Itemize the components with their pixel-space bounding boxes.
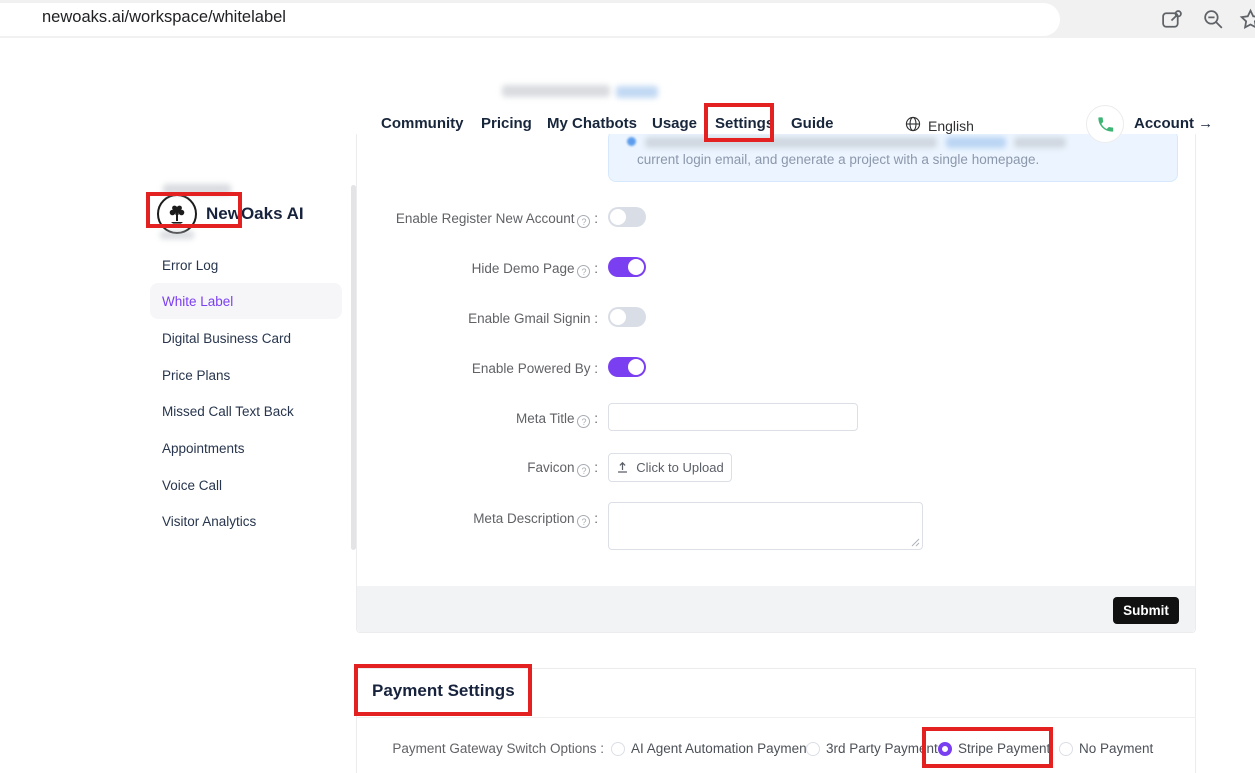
nav-pricing[interactable]: Pricing <box>481 115 532 132</box>
zoom-out-icon[interactable] <box>1201 7 1226 32</box>
toggle-enable-powered-by[interactable] <box>608 357 646 377</box>
globe-icon <box>905 116 921 135</box>
redacted-text <box>160 231 194 239</box>
radio-3rd-party-payment[interactable]: 3rd Party Payment <box>806 741 938 756</box>
newoaks-logo-icon <box>157 194 197 234</box>
nav-guide[interactable]: Guide <box>791 115 834 132</box>
banner-text: current login email, and generate a proj… <box>637 152 1039 167</box>
redacted-text <box>502 85 610 97</box>
radio-icon[interactable] <box>806 742 820 756</box>
upload-icon <box>616 461 629 474</box>
meta-title-input[interactable] <box>608 403 858 431</box>
account-avatar[interactable] <box>1086 105 1124 143</box>
redacted-toggle <box>616 86 658 98</box>
favicon-upload-button[interactable]: Click to Upload <box>608 453 732 482</box>
label-enable-gmail-signin: Enable Gmail Signin <box>468 311 598 326</box>
toggle-enable-gmail-signin[interactable] <box>608 307 646 327</box>
help-icon[interactable] <box>577 415 590 428</box>
toggle-knob <box>628 359 644 375</box>
star-icon[interactable] <box>1238 7 1255 32</box>
submit-button[interactable]: Submit <box>1113 597 1179 624</box>
toggle-hide-demo-page[interactable] <box>608 257 646 277</box>
account-link[interactable]: Account → <box>1134 115 1213 132</box>
sidebar-item-voice-call[interactable]: Voice Call <box>162 478 222 493</box>
upload-button-label: Click to Upload <box>636 460 723 475</box>
nav-my-chatbots[interactable]: My Chatbots <box>547 115 637 132</box>
radio-label: AI Agent Automation Payment <box>631 741 810 756</box>
label-meta-title: Meta Title <box>516 411 598 428</box>
resize-grip-icon[interactable] <box>910 537 920 547</box>
label-meta-description: Meta Description <box>473 511 598 528</box>
sidebar-item-appointments[interactable]: Appointments <box>162 441 245 456</box>
toggle-knob <box>610 309 626 325</box>
sidebar-item-digital-business-card[interactable]: Digital Business Card <box>162 331 291 346</box>
brand-name: NewOaks AI <box>206 204 304 224</box>
radio-icon[interactable] <box>1059 742 1073 756</box>
radio-icon[interactable] <box>938 742 952 756</box>
divider <box>356 717 1196 718</box>
phone-icon <box>1096 115 1115 134</box>
key-share-icon[interactable] <box>1160 7 1185 32</box>
help-icon[interactable] <box>577 464 590 477</box>
payment-settings-title: Payment Settings <box>372 681 515 701</box>
nav-settings[interactable]: Settings <box>715 115 774 132</box>
card-footer <box>357 586 1195 632</box>
radio-label: 3rd Party Payment <box>826 741 938 756</box>
sidebar-item-error-log[interactable]: Error Log <box>162 258 218 273</box>
browser-toolbar: newoaks.ai/workspace/whitelabel <box>0 0 1255 38</box>
redacted-link <box>946 137 1006 148</box>
help-icon[interactable] <box>577 265 590 278</box>
label-payment-gateway-options: Payment Gateway Switch Options <box>392 741 604 756</box>
radio-no-payment[interactable]: No Payment <box>1059 741 1153 756</box>
redacted-text <box>645 137 937 148</box>
redacted-text <box>163 184 231 195</box>
meta-description-textarea[interactable] <box>608 502 923 550</box>
help-icon[interactable] <box>577 515 590 528</box>
bookmarks-bar: ube a Amazon.com eBay <box>0 38 1255 90</box>
language-label: English <box>928 118 974 134</box>
radio-ai-agent-automation-payment[interactable]: AI Agent Automation Payment <box>611 741 810 756</box>
label-hide-demo-page: Hide Demo Page <box>472 261 598 278</box>
sidebar: NewOaks AI Error Log White Label Digital… <box>0 90 355 773</box>
sidebar-item-price-plans[interactable]: Price Plans <box>162 368 230 383</box>
language-selector[interactable]: English <box>905 116 974 135</box>
radio-label: Stripe Payment <box>958 741 1050 756</box>
sidebar-item-missed-call-text-back[interactable]: Missed Call Text Back <box>162 404 294 419</box>
toggle-knob <box>628 259 644 275</box>
label-enable-powered-by: Enable Powered By <box>472 361 598 376</box>
nav-community[interactable]: Community <box>381 115 464 132</box>
toggle-knob <box>610 209 626 225</box>
label-enable-register-new-account: Enable Register New Account <box>396 211 598 228</box>
radio-stripe-payment[interactable]: Stripe Payment <box>938 741 1050 756</box>
nav-usage[interactable]: Usage <box>652 115 697 132</box>
sidebar-item-visitor-analytics[interactable]: Visitor Analytics <box>162 514 256 529</box>
radio-icon[interactable] <box>611 742 625 756</box>
label-favicon: Favicon <box>527 460 598 477</box>
sidebar-item-white-label[interactable]: White Label <box>162 294 233 309</box>
help-icon[interactable] <box>577 215 590 228</box>
info-icon <box>627 137 636 146</box>
radio-label: No Payment <box>1079 741 1153 756</box>
url-text[interactable]: newoaks.ai/workspace/whitelabel <box>42 8 286 27</box>
toggle-enable-register-new-account[interactable] <box>608 207 646 227</box>
redacted-text <box>1014 137 1066 148</box>
